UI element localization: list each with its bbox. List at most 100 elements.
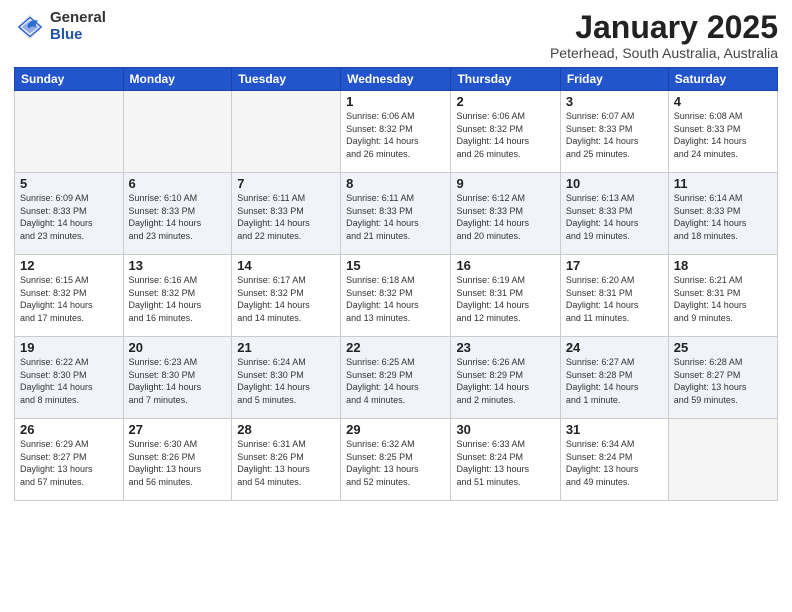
calendar-cell: 20Sunrise: 6:23 AM Sunset: 8:30 PM Dayli… [123,337,232,419]
day-number: 29 [346,422,445,437]
day-info: Sunrise: 6:30 AM Sunset: 8:26 PM Dayligh… [129,438,227,488]
calendar-cell: 9Sunrise: 6:12 AM Sunset: 8:33 PM Daylig… [451,173,560,255]
calendar-cell: 24Sunrise: 6:27 AM Sunset: 8:28 PM Dayli… [560,337,668,419]
calendar-cell: 23Sunrise: 6:26 AM Sunset: 8:29 PM Dayli… [451,337,560,419]
calendar-week-row: 1Sunrise: 6:06 AM Sunset: 8:32 PM Daylig… [15,91,778,173]
day-info: Sunrise: 6:14 AM Sunset: 8:33 PM Dayligh… [674,192,772,242]
logo: General Blue [14,10,106,43]
calendar-week-row: 26Sunrise: 6:29 AM Sunset: 8:27 PM Dayli… [15,419,778,501]
day-info: Sunrise: 6:07 AM Sunset: 8:33 PM Dayligh… [566,110,663,160]
day-number: 20 [129,340,227,355]
day-number: 21 [237,340,335,355]
day-info: Sunrise: 6:17 AM Sunset: 8:32 PM Dayligh… [237,274,335,324]
calendar-cell: 27Sunrise: 6:30 AM Sunset: 8:26 PM Dayli… [123,419,232,501]
calendar-week-row: 19Sunrise: 6:22 AM Sunset: 8:30 PM Dayli… [15,337,778,419]
day-number: 28 [237,422,335,437]
day-number: 31 [566,422,663,437]
day-info: Sunrise: 6:12 AM Sunset: 8:33 PM Dayligh… [456,192,554,242]
day-number: 24 [566,340,663,355]
page-container: General Blue January 2025 Peterhead, Sou… [0,0,792,509]
day-number: 9 [456,176,554,191]
day-info: Sunrise: 6:24 AM Sunset: 8:30 PM Dayligh… [237,356,335,406]
calendar-cell: 18Sunrise: 6:21 AM Sunset: 8:31 PM Dayli… [668,255,777,337]
weekday-header: Tuesday [232,68,341,91]
day-number: 3 [566,94,663,109]
day-number: 8 [346,176,445,191]
calendar-cell: 25Sunrise: 6:28 AM Sunset: 8:27 PM Dayli… [668,337,777,419]
location: Peterhead, South Australia, Australia [550,45,778,61]
day-number: 17 [566,258,663,273]
calendar-cell: 4Sunrise: 6:08 AM Sunset: 8:33 PM Daylig… [668,91,777,173]
calendar-cell: 31Sunrise: 6:34 AM Sunset: 8:24 PM Dayli… [560,419,668,501]
day-number: 23 [456,340,554,355]
day-info: Sunrise: 6:19 AM Sunset: 8:31 PM Dayligh… [456,274,554,324]
day-number: 25 [674,340,772,355]
day-info: Sunrise: 6:29 AM Sunset: 8:27 PM Dayligh… [20,438,118,488]
calendar-cell: 26Sunrise: 6:29 AM Sunset: 8:27 PM Dayli… [15,419,124,501]
day-number: 15 [346,258,445,273]
day-number: 18 [674,258,772,273]
day-info: Sunrise: 6:26 AM Sunset: 8:29 PM Dayligh… [456,356,554,406]
title-block: January 2025 Peterhead, South Australia,… [550,10,778,61]
day-info: Sunrise: 6:20 AM Sunset: 8:31 PM Dayligh… [566,274,663,324]
day-number: 1 [346,94,445,109]
day-info: Sunrise: 6:31 AM Sunset: 8:26 PM Dayligh… [237,438,335,488]
day-number: 12 [20,258,118,273]
calendar-cell [123,91,232,173]
weekday-header: Friday [560,68,668,91]
calendar-cell: 22Sunrise: 6:25 AM Sunset: 8:29 PM Dayli… [341,337,451,419]
day-number: 5 [20,176,118,191]
calendar-cell: 16Sunrise: 6:19 AM Sunset: 8:31 PM Dayli… [451,255,560,337]
calendar-cell: 29Sunrise: 6:32 AM Sunset: 8:25 PM Dayli… [341,419,451,501]
day-info: Sunrise: 6:28 AM Sunset: 8:27 PM Dayligh… [674,356,772,406]
day-info: Sunrise: 6:27 AM Sunset: 8:28 PM Dayligh… [566,356,663,406]
day-number: 2 [456,94,554,109]
day-number: 16 [456,258,554,273]
calendar-cell [668,419,777,501]
calendar-cell: 7Sunrise: 6:11 AM Sunset: 8:33 PM Daylig… [232,173,341,255]
logo-text: General Blue [50,10,106,43]
day-info: Sunrise: 6:06 AM Sunset: 8:32 PM Dayligh… [346,110,445,160]
day-info: Sunrise: 6:10 AM Sunset: 8:33 PM Dayligh… [129,192,227,242]
day-info: Sunrise: 6:13 AM Sunset: 8:33 PM Dayligh… [566,192,663,242]
day-number: 10 [566,176,663,191]
calendar-cell [15,91,124,173]
calendar-week-row: 5Sunrise: 6:09 AM Sunset: 8:33 PM Daylig… [15,173,778,255]
logo-general: General [50,10,106,27]
day-info: Sunrise: 6:15 AM Sunset: 8:32 PM Dayligh… [20,274,118,324]
calendar-cell: 30Sunrise: 6:33 AM Sunset: 8:24 PM Dayli… [451,419,560,501]
day-number: 7 [237,176,335,191]
day-info: Sunrise: 6:06 AM Sunset: 8:32 PM Dayligh… [456,110,554,160]
weekday-header: Saturday [668,68,777,91]
calendar-cell: 28Sunrise: 6:31 AM Sunset: 8:26 PM Dayli… [232,419,341,501]
calendar-week-row: 12Sunrise: 6:15 AM Sunset: 8:32 PM Dayli… [15,255,778,337]
calendar-cell: 19Sunrise: 6:22 AM Sunset: 8:30 PM Dayli… [15,337,124,419]
day-number: 27 [129,422,227,437]
calendar-cell: 15Sunrise: 6:18 AM Sunset: 8:32 PM Dayli… [341,255,451,337]
calendar-cell: 12Sunrise: 6:15 AM Sunset: 8:32 PM Dayli… [15,255,124,337]
calendar-cell: 5Sunrise: 6:09 AM Sunset: 8:33 PM Daylig… [15,173,124,255]
weekday-header: Sunday [15,68,124,91]
logo-icon [14,11,46,43]
day-info: Sunrise: 6:34 AM Sunset: 8:24 PM Dayligh… [566,438,663,488]
day-info: Sunrise: 6:11 AM Sunset: 8:33 PM Dayligh… [237,192,335,242]
day-number: 4 [674,94,772,109]
calendar-cell: 10Sunrise: 6:13 AM Sunset: 8:33 PM Dayli… [560,173,668,255]
day-info: Sunrise: 6:09 AM Sunset: 8:33 PM Dayligh… [20,192,118,242]
day-number: 6 [129,176,227,191]
day-info: Sunrise: 6:25 AM Sunset: 8:29 PM Dayligh… [346,356,445,406]
day-number: 13 [129,258,227,273]
weekday-header: Monday [123,68,232,91]
calendar-cell: 17Sunrise: 6:20 AM Sunset: 8:31 PM Dayli… [560,255,668,337]
day-info: Sunrise: 6:32 AM Sunset: 8:25 PM Dayligh… [346,438,445,488]
month-title: January 2025 [550,10,778,45]
weekday-header: Thursday [451,68,560,91]
day-info: Sunrise: 6:23 AM Sunset: 8:30 PM Dayligh… [129,356,227,406]
weekday-header: Wednesday [341,68,451,91]
logo-blue: Blue [50,27,106,44]
calendar-cell: 11Sunrise: 6:14 AM Sunset: 8:33 PM Dayli… [668,173,777,255]
day-info: Sunrise: 6:11 AM Sunset: 8:33 PM Dayligh… [346,192,445,242]
calendar-cell: 3Sunrise: 6:07 AM Sunset: 8:33 PM Daylig… [560,91,668,173]
weekday-header-row: SundayMondayTuesdayWednesdayThursdayFrid… [15,68,778,91]
calendar-cell: 2Sunrise: 6:06 AM Sunset: 8:32 PM Daylig… [451,91,560,173]
